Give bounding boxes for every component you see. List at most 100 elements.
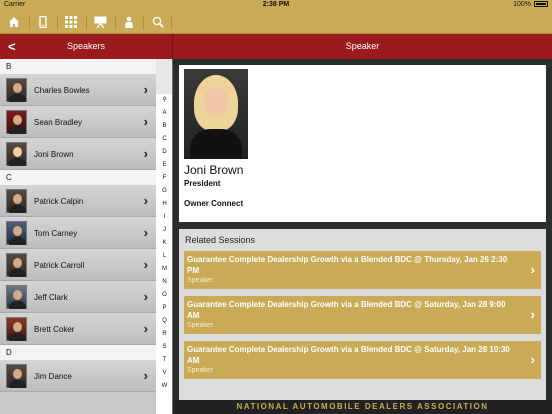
chevron-right-icon: ›: [143, 82, 148, 97]
chevron-right-icon: ›: [143, 114, 148, 129]
list-item[interactable]: Tom Carney ›: [0, 217, 156, 249]
list-item[interactable]: Patrick Carroll ›: [0, 249, 156, 281]
battery-icon: [534, 1, 548, 8]
alphabet-index[interactable]: ⚲ A B C D E F G H I J K L M N O P Q R S …: [156, 94, 173, 414]
list-item[interactable]: Patrick Calpin ›: [0, 185, 156, 217]
presentation-icon[interactable]: [92, 14, 108, 30]
list-item[interactable]: Brett Coker ›: [0, 313, 156, 345]
chevron-right-icon: ›: [143, 146, 148, 161]
speaker-list[interactable]: B Charles Bowles › Sean Bradley › Joni B…: [0, 59, 156, 414]
avatar: [6, 189, 27, 213]
status-bar: Carrier 2:38 PM 100%: [0, 0, 552, 11]
speaker-name: Brett Coker: [34, 325, 75, 334]
speaker-name: Sean Bradley: [34, 118, 83, 127]
speaker-icon[interactable]: [121, 14, 137, 30]
index-letter[interactable]: K: [156, 237, 173, 250]
section-header: D: [0, 345, 156, 360]
index-letter[interactable]: T: [156, 354, 173, 367]
chevron-right-icon: ›: [143, 321, 148, 336]
index-letter[interactable]: B: [156, 120, 173, 133]
battery-indicator: 100%: [513, 1, 548, 8]
toolbar-divider: [115, 15, 116, 30]
index-letter[interactable]: V: [156, 367, 173, 380]
home-icon[interactable]: [6, 14, 22, 30]
index-letter[interactable]: W: [156, 380, 173, 393]
list-title: Speakers: [66, 41, 106, 51]
session-item[interactable]: Guarantee Complete Dealership Growth via…: [184, 341, 541, 379]
chevron-right-icon: ›: [530, 262, 535, 277]
speaker-card: Joni Brown President Owner Connect: [179, 65, 546, 222]
index-letter[interactable]: R: [156, 328, 173, 341]
list-header: < Speakers: [0, 34, 173, 59]
list-item[interactable]: Jim Dance ›: [0, 360, 156, 392]
session-title: Guarantee Complete Dealership Growth via…: [187, 300, 506, 320]
related-sessions: Related Sessions Guarantee Complete Deal…: [179, 229, 546, 401]
index-letter[interactable]: E: [156, 159, 173, 172]
index-letter[interactable]: I: [156, 211, 173, 224]
session-title: Guarantee Complete Dealership Growth via…: [187, 255, 508, 275]
speaker-name: Charles Bowles: [34, 86, 90, 95]
session-title: Guarantee Complete Dealership Growth via…: [187, 345, 510, 365]
speaker-name: Jeff Clark: [34, 293, 68, 302]
index-letter[interactable]: S: [156, 341, 173, 354]
chevron-right-icon: ›: [143, 193, 148, 208]
list-item[interactable]: Charles Bowles ›: [0, 74, 156, 106]
speaker-name: Joni Brown: [34, 150, 74, 159]
chevron-right-icon: ›: [143, 257, 148, 272]
grid-icon[interactable]: [63, 14, 79, 30]
footer-banner: NATIONAL AUTOMOBILE DEALERS ASSOCIATION: [173, 400, 552, 414]
list-item[interactable]: Jeff Clark ›: [0, 281, 156, 313]
clock: 2:38 PM: [262, 1, 290, 8]
section-header: C: [0, 170, 156, 185]
chevron-right-icon: ›: [530, 307, 535, 322]
speaker-name: Joni Brown: [184, 163, 244, 177]
chevron-right-icon: ›: [143, 289, 148, 304]
toolbar-divider: [171, 15, 172, 30]
chevron-right-icon: ›: [143, 225, 148, 240]
speaker-title: President: [184, 179, 221, 188]
search-icon[interactable]: ⚲: [156, 94, 173, 107]
speaker-name: Tom Carney: [34, 229, 78, 238]
list-item[interactable]: Sean Bradley ›: [0, 106, 156, 138]
index-letter[interactable]: A: [156, 107, 173, 120]
avatar: [6, 364, 27, 388]
speaker-company: Owner Connect: [184, 199, 244, 208]
speaker-name: Jim Dance: [34, 372, 72, 381]
speaker-detail: Joni Brown President Owner Connect Relat…: [173, 59, 552, 414]
list-item[interactable]: Joni Brown ›: [0, 138, 156, 170]
index-letter[interactable]: N: [156, 276, 173, 289]
session-item[interactable]: Guarantee Complete Dealership Growth via…: [184, 296, 541, 334]
index-letter[interactable]: M: [156, 263, 173, 276]
avatar: [6, 285, 27, 309]
session-role: Speaker: [187, 277, 214, 284]
chevron-right-icon: ›: [530, 352, 535, 367]
toolbar-divider: [86, 15, 87, 30]
avatar: [6, 110, 27, 134]
toolbar-divider: [29, 15, 30, 30]
toolbar: [0, 11, 552, 34]
index-letter[interactable]: C: [156, 133, 173, 146]
session-role: Speaker: [187, 367, 214, 374]
session-role: Speaker: [187, 322, 214, 329]
section-header: B: [0, 59, 156, 74]
index-letter[interactable]: J: [156, 224, 173, 237]
index-letter[interactable]: L: [156, 250, 173, 263]
index-letter[interactable]: Q: [156, 315, 173, 328]
index-letter[interactable]: G: [156, 185, 173, 198]
battery-percent: 100%: [513, 1, 531, 8]
index-letter[interactable]: P: [156, 302, 173, 315]
index-letter[interactable]: D: [156, 146, 173, 159]
phone-icon[interactable]: [35, 14, 51, 30]
avatar: [6, 142, 27, 166]
toolbar-divider: [143, 15, 144, 30]
nav-header: < Speakers Speaker: [0, 34, 552, 59]
related-sessions-title: Related Sessions: [185, 235, 256, 245]
avatar: [6, 78, 27, 102]
index-letter[interactable]: F: [156, 172, 173, 185]
chevron-right-icon: ›: [143, 368, 148, 383]
search-icon[interactable]: [150, 14, 166, 30]
index-letter[interactable]: O: [156, 289, 173, 302]
session-item[interactable]: Guarantee Complete Dealership Growth via…: [184, 251, 541, 289]
speaker-photo: [184, 69, 248, 159]
index-letter[interactable]: H: [156, 198, 173, 211]
